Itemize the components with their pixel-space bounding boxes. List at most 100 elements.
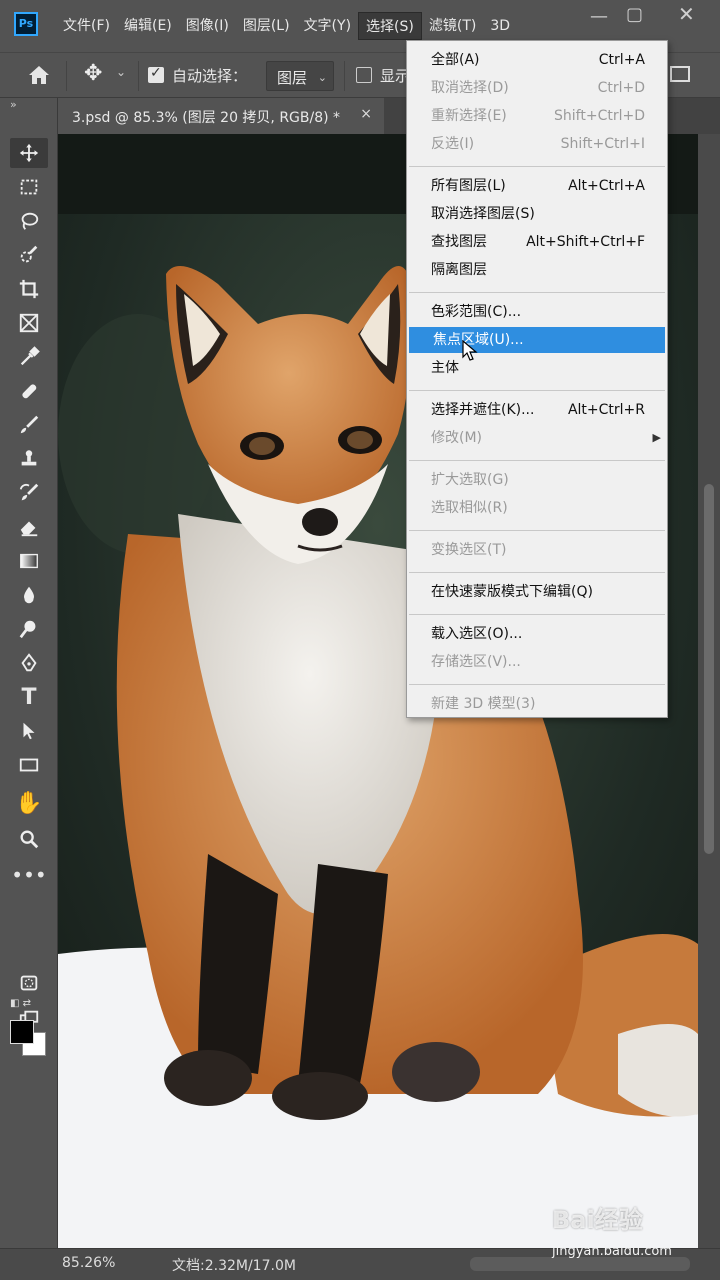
menu-separator (409, 292, 665, 293)
marquee-tool-icon[interactable] (10, 172, 48, 202)
menu-separator (409, 530, 665, 531)
move-tool-icon[interactable] (10, 138, 48, 168)
select-menu-item[interactable]: 反选(I) Shift+Ctrl+I (407, 131, 667, 157)
watermark-url: jingyan.baidu.com (552, 1244, 672, 1259)
menu-3[interactable]: 图层(L) (236, 12, 297, 40)
path-selection-tool-icon[interactable] (10, 716, 48, 746)
more-tools-icon[interactable]: ••• (10, 860, 48, 890)
select-menu-item[interactable]: 变换选区(T) (407, 537, 667, 563)
quick-mask-icon[interactable] (10, 968, 48, 998)
select-menu-item[interactable]: 色彩范围(C)... (407, 299, 667, 325)
blur-tool-icon[interactable] (10, 580, 48, 610)
select-menu-item[interactable]: 选择并遮住(K)... Alt+Ctrl+R (407, 397, 667, 423)
menu-item-label: 取消选择(D) (431, 80, 509, 96)
vertical-scrollbar[interactable] (698, 134, 720, 1248)
select-menu-item[interactable]: 焦点区域(U)... (409, 327, 665, 353)
auto-select-checkbox[interactable] (148, 65, 164, 83)
brush-tool-icon[interactable] (10, 410, 48, 440)
chevron-down-icon: ⌄ (317, 71, 327, 84)
document-tab-title: 3.psd @ 85.3% (图层 20 拷贝, RGB/8) * (72, 110, 341, 126)
baidu-watermark: Bai经验 (552, 1206, 643, 1234)
auto-select-target-value: 图层 (277, 69, 308, 87)
menu-item-label: 变换选区(T) (431, 542, 507, 558)
scrollbar-thumb[interactable] (704, 484, 714, 854)
menu-item-label: 查找图层 (431, 234, 487, 250)
crop-tool-icon[interactable] (10, 274, 48, 304)
select-menu-item[interactable]: 查找图层 Alt+Shift+Ctrl+F (407, 229, 667, 255)
menu-7[interactable]: 3D (483, 12, 517, 40)
menu-5[interactable]: 选择(S) (358, 12, 422, 40)
select-menu-item[interactable]: 新建 3D 模型(3) (407, 691, 667, 717)
menu-0[interactable]: 文件(F) (56, 12, 117, 40)
select-menu-item[interactable]: 所有图层(L) Alt+Ctrl+A (407, 173, 667, 199)
pen-tool-icon[interactable] (10, 648, 48, 678)
menu-item-shortcut: Shift+Ctrl+I (560, 136, 645, 152)
quick-selection-tool-icon[interactable] (10, 240, 48, 270)
menu-item-label: 修改(M) (431, 430, 483, 446)
select-menu-item[interactable]: 载入选区(O)... (407, 621, 667, 647)
zoom-level[interactable]: 85.26% (62, 1255, 115, 1271)
select-menu-item[interactable]: 扩大选取(G) (407, 467, 667, 493)
auto-select-target-dropdown[interactable]: 图层 ⌄ (266, 61, 334, 91)
zoom-tool-icon[interactable] (10, 824, 48, 854)
mouse-cursor-icon (462, 340, 478, 361)
show-transform-checkbox[interactable] (356, 67, 372, 83)
select-menu-item[interactable]: 隔离图层 (407, 257, 667, 283)
select-menu-item[interactable]: 在快速蒙版模式下编辑(Q) (407, 579, 667, 605)
align-panel-icon[interactable] (670, 66, 690, 82)
lasso-tool-icon[interactable] (10, 206, 48, 236)
menu-item-label: 扩大选取(G) (431, 472, 509, 488)
healing-brush-tool-icon[interactable] (10, 376, 48, 406)
gradient-tool-icon[interactable] (10, 546, 48, 576)
maximize-icon[interactable]: ▢ (626, 4, 643, 25)
menu-item-label: 全部(A) (431, 52, 480, 68)
menu-item-label: 反选(I) (431, 136, 475, 152)
menu-item-shortcut: Shift+Ctrl+D (554, 108, 645, 124)
menu-item-label: 隔离图层 (431, 262, 487, 278)
select-menu-item[interactable]: 主体 (407, 355, 667, 381)
home-icon[interactable] (26, 63, 52, 87)
document-tab[interactable]: 3.psd @ 85.3% (图层 20 拷贝, RGB/8) * × (58, 98, 384, 134)
menu-item-label: 色彩范围(C)... (431, 304, 522, 320)
eyedropper-tool-icon[interactable] (10, 342, 48, 372)
menu-separator (409, 572, 665, 573)
select-menu-item[interactable]: 修改(M) ▶ (407, 425, 667, 451)
clone-stamp-tool-icon[interactable] (10, 444, 48, 474)
type-tool-icon[interactable]: T (10, 682, 48, 712)
panel-collapse-icon[interactable]: » (10, 98, 17, 111)
menu-2[interactable]: 图像(I) (179, 12, 236, 40)
menu-separator (409, 684, 665, 685)
menu-6[interactable]: 滤镜(T) (422, 12, 483, 40)
tool-preset-chevron-down-icon[interactable]: ⌄ (116, 65, 126, 79)
horizontal-scrollbar[interactable] (470, 1257, 690, 1271)
menu-separator (409, 614, 665, 615)
select-menu-item[interactable]: 全部(A) Ctrl+A (407, 47, 667, 73)
eraser-tool-icon[interactable] (10, 512, 48, 542)
menu-item-label: 新建 3D 模型(3) (431, 696, 536, 712)
close-tab-icon[interactable]: × (360, 106, 372, 122)
close-icon[interactable]: ✕ (678, 2, 695, 26)
minimize-icon[interactable]: — (590, 6, 608, 27)
rectangle-tool-icon[interactable] (10, 750, 48, 780)
select-menu-item[interactable]: 取消选择图层(S) (407, 201, 667, 227)
history-brush-tool-icon[interactable] (10, 478, 48, 508)
hand-tool-icon[interactable]: ✋ (10, 788, 48, 818)
menu-item-label: 重新选择(E) (431, 108, 507, 124)
menu-item-label: 取消选择图层(S) (431, 206, 535, 222)
select-menu-item[interactable]: 存储选区(V)... (407, 649, 667, 675)
menu-item-label: 主体 (431, 360, 459, 376)
foreground-color-swatch[interactable] (10, 1020, 34, 1044)
frame-tool-icon[interactable] (10, 308, 48, 338)
menu-item-shortcut: Alt+Ctrl+A (568, 178, 645, 194)
move-tool-icon[interactable]: ✥ (84, 61, 102, 86)
document-size: 文档:2.32M/17.0M (172, 1258, 296, 1274)
select-menu-item[interactable]: 取消选择(D) Ctrl+D (407, 75, 667, 101)
menu-4[interactable]: 文字(Y) (297, 12, 358, 40)
menu-1[interactable]: 编辑(E) (117, 12, 179, 40)
select-menu-item[interactable]: 重新选择(E) Shift+Ctrl+D (407, 103, 667, 129)
menu-separator (409, 166, 665, 167)
select-menu-item[interactable]: 选取相似(R) (407, 495, 667, 521)
menu-item-label: 所有图层(L) (431, 178, 506, 194)
dodge-tool-icon[interactable] (10, 614, 48, 644)
menu-separator (409, 460, 665, 461)
